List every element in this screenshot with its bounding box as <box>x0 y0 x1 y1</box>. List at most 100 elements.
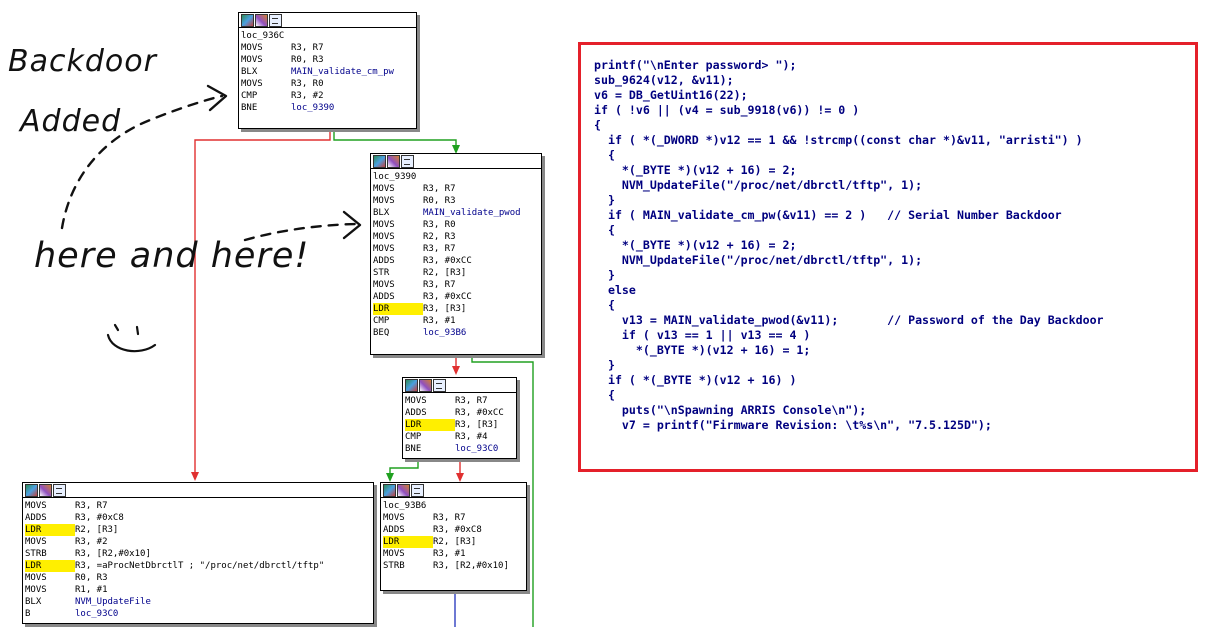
instruction-line[interactable]: Bloc_93C0 <box>25 608 372 620</box>
code-line[interactable]: *(_BYTE *)(v12 + 16) = 1; <box>594 343 1104 358</box>
instruction-line[interactable]: MOVS R0, R3 <box>241 54 415 66</box>
instruction-line[interactable]: MOVS R3, R0 <box>241 78 415 90</box>
code-line[interactable]: sub_9624(v12, &v11); <box>594 73 1104 88</box>
graph-node-loc-9390[interactable]: loc_9390 MOVS R3, R7 MOVS R0, R3 BLX MAIN_vali… <box>370 153 542 355</box>
code-line[interactable]: { <box>594 118 1104 133</box>
code-line[interactable]: puts("\nSpawning ARRIS Console\n"); <box>594 403 1104 418</box>
instruction-line[interactable]: MOVS R3, R7 <box>25 500 372 512</box>
instruction-line[interactable]: MOVS R0, R3 <box>25 572 372 584</box>
listing-icon[interactable] <box>433 379 446 392</box>
node-toolbar <box>371 154 541 169</box>
code-line[interactable]: { <box>594 223 1104 238</box>
instruction-line[interactable]: BEQ loc_93B6 <box>373 327 540 339</box>
instruction-line[interactable]: LDR R2, [R3] <box>383 536 525 548</box>
rename-icon[interactable] <box>255 14 268 27</box>
instruction-line[interactable]: ADDS R3, #0xCC <box>373 255 540 267</box>
rename-icon[interactable] <box>397 484 410 497</box>
instruction-line[interactable]: MOVS R3, R7 <box>241 42 415 54</box>
listing-icon[interactable] <box>411 484 424 497</box>
color-icon[interactable] <box>25 484 38 497</box>
node-label[interactable]: loc_9390 <box>373 171 540 183</box>
code-line[interactable]: NVM_UpdateFile("/proc/net/dbrctl/tftp", … <box>594 178 1104 193</box>
instruction-line[interactable]: ADDS R3, #0xC8 <box>25 512 372 524</box>
instruction-line[interactable]: MOVS R3, #2 <box>25 536 372 548</box>
code-line[interactable]: else <box>594 283 1104 298</box>
instruction-line[interactable]: CMP R3, #2 <box>241 90 415 102</box>
code-line[interactable]: *(_BYTE *)(v12 + 16) = 2; <box>594 163 1104 178</box>
instruction-line[interactable]: BLX NVM_UpdateFile <box>25 596 372 608</box>
color-icon[interactable] <box>383 484 396 497</box>
instruction-line[interactable]: MOVS R3, R7 <box>383 512 525 524</box>
rename-icon[interactable] <box>419 379 432 392</box>
instruction-line[interactable]: ADDS R3, #0xCC <box>373 291 540 303</box>
instruction-line[interactable]: MOVS R3, R7 <box>373 279 540 291</box>
instruction-line[interactable]: BNE loc_93C0 <box>405 443 515 455</box>
code-line[interactable]: if ( MAIN_validate_cm_pw(&v11) == 2 ) //… <box>594 208 1104 223</box>
smiley-mouth <box>106 333 157 353</box>
code-line[interactable]: printf("\nEnter password> "); <box>594 58 1104 73</box>
instruction-line[interactable]: MOVS R3, R7 <box>373 243 540 255</box>
node-label[interactable]: loc_93B6 <box>383 500 525 512</box>
instruction-line[interactable]: LDR R3, [R3] <box>373 303 540 315</box>
instruction-line[interactable]: MOVS R3, R0 <box>373 219 540 231</box>
instruction-line[interactable]: ADDS R3, #0xCC <box>405 407 515 419</box>
instruction-line[interactable]: BLX MAIN_validate_cm_pw <box>241 66 415 78</box>
mnemonic: MOVS <box>373 220 395 230</box>
mnemonic: BLX <box>241 67 258 77</box>
code-line[interactable]: if ( !v6 || (v4 = sub_9918(v6)) != 0 ) <box>594 103 1104 118</box>
instruction-line[interactable]: MOVS R3, #1 <box>383 548 525 560</box>
code-line[interactable]: { <box>594 148 1104 163</box>
mnemonic: MOVS <box>383 549 405 559</box>
instruction-line[interactable]: MOVS R2, R3 <box>373 231 540 243</box>
instruction-line[interactable]: MOVS R3, R7 <box>405 395 515 407</box>
code-line[interactable]: { <box>594 388 1104 403</box>
mnemonic: CMP <box>405 432 422 442</box>
code-line[interactable]: } <box>594 358 1104 373</box>
code-line[interactable]: if ( v13 == 1 || v13 == 4 ) <box>594 328 1104 343</box>
code-line[interactable]: if ( *(_BYTE *)(v12 + 16) ) <box>594 373 1104 388</box>
rename-icon[interactable] <box>387 155 400 168</box>
pseudocode-text[interactable]: printf("\nEnter password> "); sub_9624(v1… <box>594 58 1104 433</box>
operands: R3, [R3] <box>423 304 467 314</box>
instruction-line[interactable]: MOVS R0, R3 <box>373 195 540 207</box>
color-icon[interactable] <box>373 155 386 168</box>
instruction-line[interactable]: CMP R3, #4 <box>405 431 515 443</box>
listing-icon[interactable] <box>53 484 66 497</box>
instruction-line[interactable]: STR R2, [R3] <box>373 267 540 279</box>
color-icon[interactable] <box>405 379 418 392</box>
instruction-line[interactable]: BLX MAIN_validate_pwod <box>373 207 540 219</box>
graph-node-loc-936c[interactable]: loc_936C MOVS R3, R7 MOVS R0, R3 BLX MAIN_vali… <box>238 12 417 129</box>
code-line[interactable]: { <box>594 298 1104 313</box>
instruction-line[interactable]: BNE loc_9390 <box>241 102 415 114</box>
mnemonic: B <box>25 609 31 619</box>
operands: R3, [R2,#0x10] <box>433 561 509 571</box>
listing-icon[interactable] <box>269 14 282 27</box>
instruction-line[interactable]: MOVS R1, #1 <box>25 584 372 596</box>
instruction-line[interactable]: CMP R3, #1 <box>373 315 540 327</box>
annotation-added: Added <box>20 104 122 139</box>
operands: R3, [R3] <box>455 420 499 430</box>
code-line[interactable]: v13 = MAIN_validate_pwod(&v11); // Passw… <box>594 313 1104 328</box>
code-line[interactable]: } <box>594 193 1104 208</box>
graph-node-cmp-4[interactable]: MOVS R3, R7 ADDS R3, #0xCC LDR R3, [R3] CMP R3,… <box>402 377 517 459</box>
node-code: loc_93B6 MOVS R3, R7 ADDS R3, #0xC8 LDR R2, [R… <box>381 498 526 573</box>
instruction-line[interactable]: LDR R2, [R3] <box>25 524 372 536</box>
instruction-line[interactable]: MOVS R3, R7 <box>373 183 540 195</box>
node-label[interactable]: loc_936C <box>241 30 415 42</box>
code-line[interactable]: v7 = printf("Firmware Revision: \t%s\n",… <box>594 418 1104 433</box>
instruction-line[interactable]: LDR R3, [R3] <box>405 419 515 431</box>
code-line[interactable]: v6 = DB_GetUint16(22); <box>594 88 1104 103</box>
code-line[interactable]: if ( *(_DWORD *)v12 == 1 && !strcmp((con… <box>594 133 1104 148</box>
graph-node-loc-93b6[interactable]: loc_93B6 MOVS R3, R7 ADDS R3, #0xC8 LDR R2, [R… <box>380 482 527 591</box>
instruction-line[interactable]: STRB R3, [R2,#0x10] <box>383 560 525 572</box>
code-line[interactable]: *(_BYTE *)(v12 + 16) = 2; <box>594 238 1104 253</box>
color-icon[interactable] <box>241 14 254 27</box>
instruction-line[interactable]: LDR R3, =aProcNetDbrctlT ; "/proc/net/dbr… <box>25 560 372 572</box>
instruction-line[interactable]: STRB R3, [R2,#0x10] <box>25 548 372 560</box>
code-line[interactable]: } <box>594 268 1104 283</box>
rename-icon[interactable] <box>39 484 52 497</box>
graph-node-nvm-update[interactable]: MOVS R3, R7 ADDS R3, #0xC8 LDR R2, [R3] MOVS R3… <box>22 482 374 624</box>
instruction-line[interactable]: ADDS R3, #0xC8 <box>383 524 525 536</box>
code-line[interactable]: NVM_UpdateFile("/proc/net/dbrctl/tftp", … <box>594 253 1104 268</box>
listing-icon[interactable] <box>401 155 414 168</box>
